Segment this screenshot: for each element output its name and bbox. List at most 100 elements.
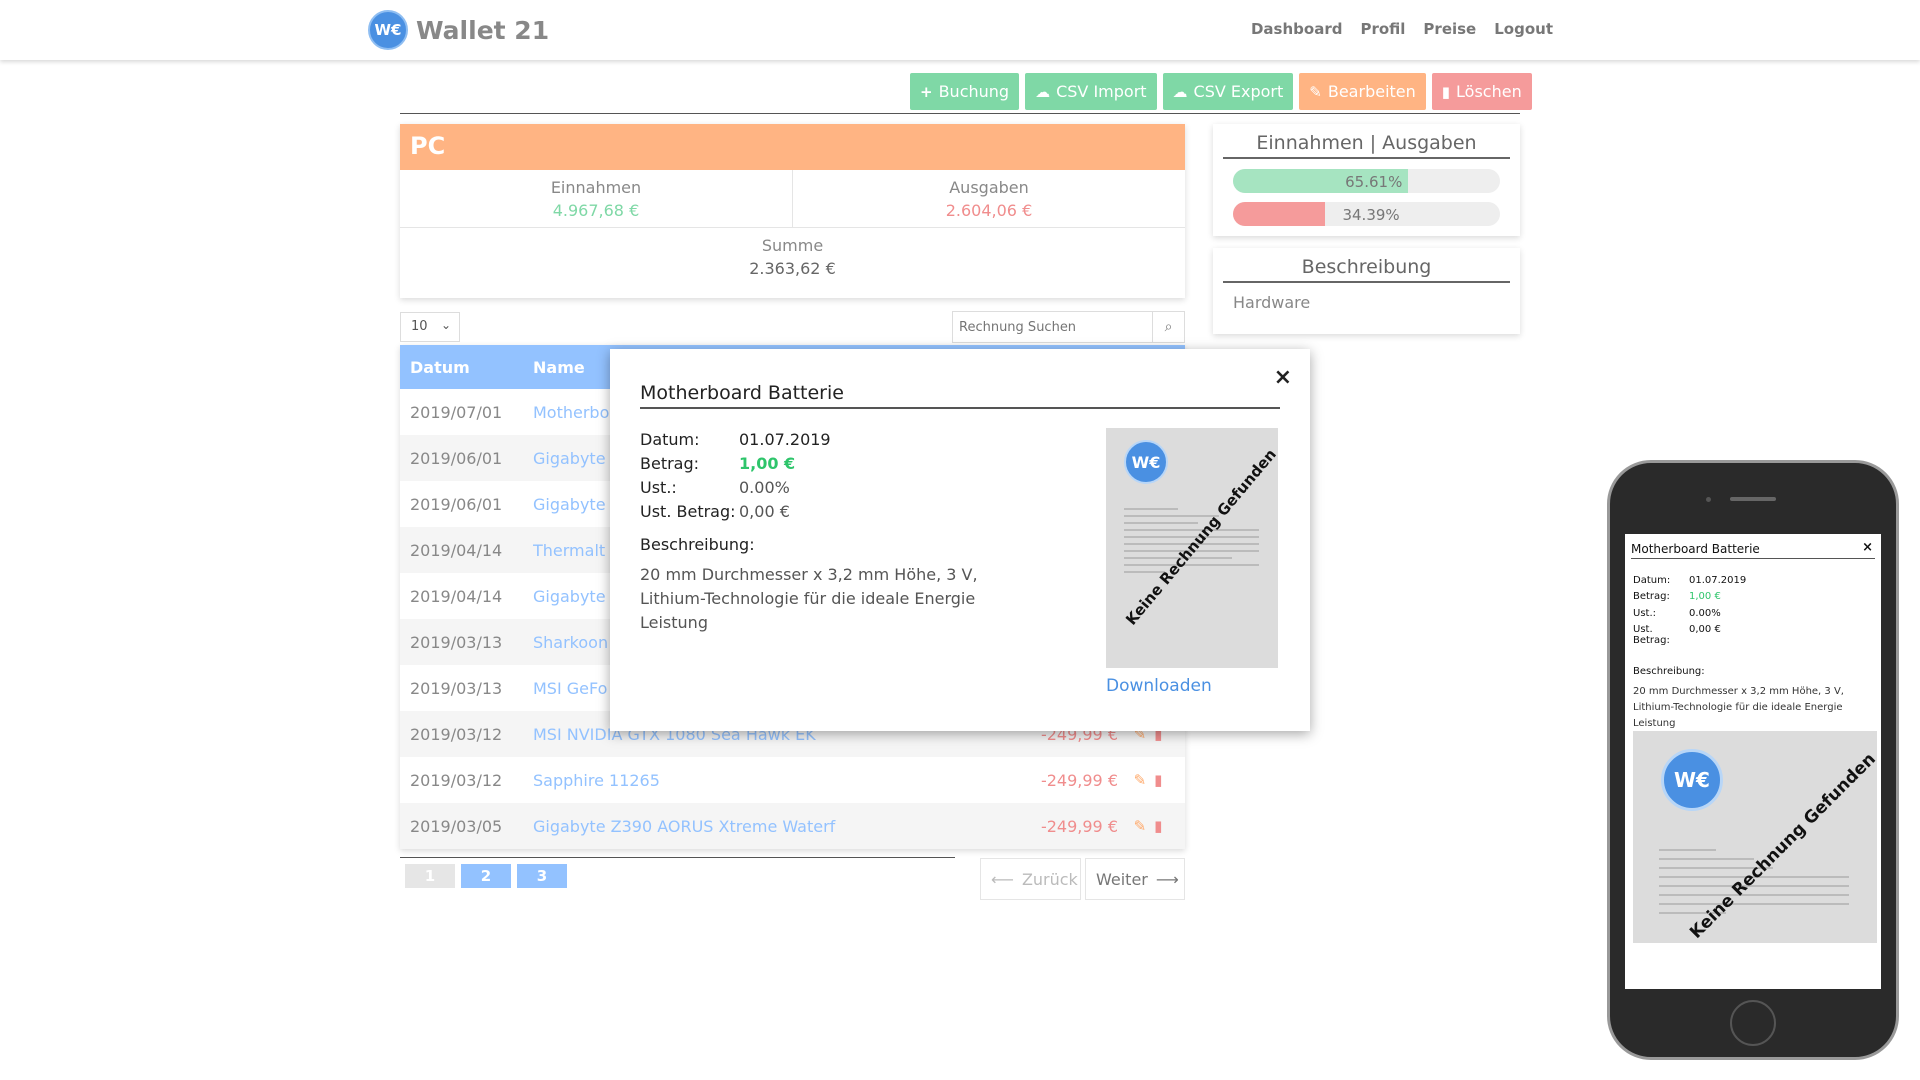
- expense-bar-label: 34.39%: [1342, 206, 1400, 224]
- date-row: Datum: 01.07.2019: [640, 430, 831, 449]
- phone-vat-amount-row: Ust. Betrag: 0,00 €: [1633, 624, 1721, 646]
- summary-card: PC Einnahmen 4.967,68 € Ausgaben 2.604,0…: [400, 124, 1185, 298]
- row-date: 2019/03/12: [410, 770, 503, 790]
- page-length-select[interactable]: 10 ⌄: [400, 312, 460, 342]
- table-row[interactable]: 2019/03/12 Sapphire 11265 -249,99 € ✎ ▮: [400, 757, 1185, 803]
- camera-icon: [1706, 497, 1711, 502]
- pencil-icon[interactable]: ✎: [1134, 817, 1147, 835]
- vat-label: Ust.:: [640, 478, 677, 497]
- vat-row: Ust.: 0.00%: [640, 478, 790, 497]
- search-icon[interactable]: ⌕: [1152, 312, 1184, 342]
- page-length-value: 10: [411, 319, 428, 334]
- ratio-title: Einnahmen | Ausgaben: [1223, 132, 1510, 159]
- description-card: Beschreibung Hardware: [1213, 248, 1520, 334]
- row-name[interactable]: Sapphire 11265: [533, 771, 993, 790]
- navbar: W€ Wallet 21 Dashboard Profil Preise Log…: [0, 0, 1920, 60]
- phone-receipt-preview[interactable]: W€ Keine Rechnung Gefunden: [1633, 731, 1877, 943]
- receipt-preview[interactable]: W€ Keine Rechnung Gefunden: [1106, 428, 1278, 668]
- trash-icon[interactable]: ▮: [1154, 771, 1162, 789]
- row-name[interactable]: Gigabyte Z390 AORUS Xtreme Waterf: [533, 817, 993, 836]
- sum-value: 2.363,62 €: [749, 259, 836, 278]
- search-box: ⌕: [952, 311, 1185, 343]
- toolbar: + Buchung ☁ CSV Import ☁ CSV Export ✎ Be…: [910, 73, 1532, 110]
- phone-date-row: Datum: 01.07.2019: [1633, 575, 1746, 586]
- vat-value: 0.00%: [739, 478, 790, 497]
- row-actions: ✎▮: [1118, 817, 1178, 835]
- previous-label: Zurück: [1021, 869, 1078, 889]
- nav-preise[interactable]: Preise: [1423, 20, 1476, 38]
- home-button[interactable]: [1730, 1000, 1776, 1046]
- wallet-logo-icon: W€: [368, 10, 408, 50]
- page-1[interactable]: 1: [405, 864, 455, 888]
- row-date: 2019/03/13: [410, 632, 503, 652]
- row-amount: -249,99 €: [1040, 770, 1118, 790]
- pencil-icon: ✎: [1309, 82, 1322, 101]
- description-title: Beschreibung: [1223, 256, 1510, 283]
- csv-import-button[interactable]: ☁ CSV Import: [1025, 73, 1157, 110]
- arrow-right-icon: ⟶: [1155, 869, 1179, 889]
- sum-label: Summe: [761, 236, 824, 255]
- row-date: 2019/03/12: [410, 724, 503, 744]
- nav-dashboard[interactable]: Dashboard: [1251, 20, 1342, 38]
- amount-row: Betrag: 1,00 €: [640, 454, 795, 473]
- phone-date-value: 01.07.2019: [1689, 575, 1747, 586]
- row-date: 2019/04/14: [410, 586, 503, 606]
- expense-value: 2.604,06 €: [945, 201, 1033, 220]
- add-booking-button[interactable]: + Buchung: [910, 73, 1020, 110]
- download-link[interactable]: Downloaden: [1106, 676, 1212, 696]
- phone-amount-label: Betrag:: [1633, 591, 1670, 602]
- amount-label: Betrag:: [640, 454, 700, 473]
- column-name[interactable]: Name: [533, 358, 585, 377]
- sum-cell: Summe 2.363,62 €: [400, 228, 1185, 278]
- amount-value: 1,00 €: [739, 454, 796, 473]
- phone-vat-value: 0.00%: [1689, 608, 1721, 619]
- income-cell: Einnahmen 4.967,68 €: [400, 170, 792, 227]
- description-body: 20 mm Durchmesser x 3,2 mm Höhe, 3 V, Li…: [640, 565, 978, 632]
- invoice-modal: × Motherboard Batterie Datum: 01.07.2019…: [610, 349, 1310, 731]
- page-2[interactable]: 2: [461, 864, 511, 888]
- row-actions: ✎▮: [1118, 771, 1178, 789]
- add-booking-label: Buchung: [938, 82, 1010, 101]
- expense-label: Ausgaben: [949, 178, 1029, 197]
- close-icon[interactable]: ×: [1862, 540, 1873, 555]
- page-3[interactable]: 3: [517, 864, 567, 888]
- next-label: Weiter: [1096, 869, 1148, 889]
- csv-export-label: CSV Export: [1193, 82, 1284, 101]
- phone-vat-amount-label: Ust. Betrag:: [1633, 624, 1670, 646]
- next-button[interactable]: Weiter ⟶: [1085, 858, 1185, 900]
- vat-amount-row: Ust. Betrag: 0,00 €: [640, 502, 790, 521]
- search-input[interactable]: [953, 312, 1152, 342]
- row-date: 2019/06/01: [410, 494, 503, 514]
- column-date[interactable]: Datum: [400, 358, 533, 377]
- nav-profil[interactable]: Profil: [1360, 20, 1405, 38]
- phone-vat-amount-value: 0,00 €: [1689, 624, 1721, 635]
- delete-button[interactable]: ▮ Löschen: [1431, 73, 1532, 110]
- description-heading: Beschreibung:: [640, 535, 755, 554]
- pencil-icon[interactable]: ✎: [1134, 771, 1147, 789]
- previous-button[interactable]: ⟵ Zurück: [980, 858, 1081, 900]
- phone-vat-label: Ust.:: [1633, 608, 1656, 619]
- vat-amount-value: 0,00 €: [739, 502, 790, 521]
- date-label: Datum:: [640, 430, 700, 449]
- edit-label: Bearbeiten: [1327, 82, 1416, 101]
- expense-bar: 34.39%: [1233, 202, 1500, 226]
- vat-amount-label: Ust. Betrag:: [640, 502, 736, 521]
- plus-icon: +: [920, 82, 933, 101]
- table-row[interactable]: 2019/03/05 Gigabyte Z390 AORUS Xtreme Wat…: [400, 803, 1185, 849]
- modal-title: Motherboard Batterie: [640, 382, 1280, 409]
- nav-logout[interactable]: Logout: [1494, 20, 1553, 38]
- wallet-logo-icon: W€: [1124, 440, 1168, 484]
- arrow-left-icon: ⟵: [991, 869, 1014, 889]
- csv-export-button[interactable]: ☁ CSV Export: [1162, 73, 1294, 110]
- phone-modal-title: Motherboard Batterie: [1631, 542, 1875, 559]
- phone-description-body: 20 mm Durchmesser x 3,2 mm Höhe, 3 V, Li…: [1633, 686, 1844, 729]
- brand-name: Wallet 21: [416, 15, 550, 45]
- row-date: 2019/03/13: [410, 678, 503, 698]
- income-bar-label: 65.61%: [1345, 173, 1403, 191]
- row-date: 2019/03/05: [410, 816, 503, 836]
- brand[interactable]: W€ Wallet 21: [368, 10, 549, 50]
- trash-icon[interactable]: ▮: [1154, 817, 1162, 835]
- phone-description-heading: Beschreibung:: [1633, 666, 1705, 677]
- edit-button[interactable]: ✎ Bearbeiten: [1299, 73, 1426, 110]
- phone-amount-value: 1,00 €: [1689, 591, 1721, 602]
